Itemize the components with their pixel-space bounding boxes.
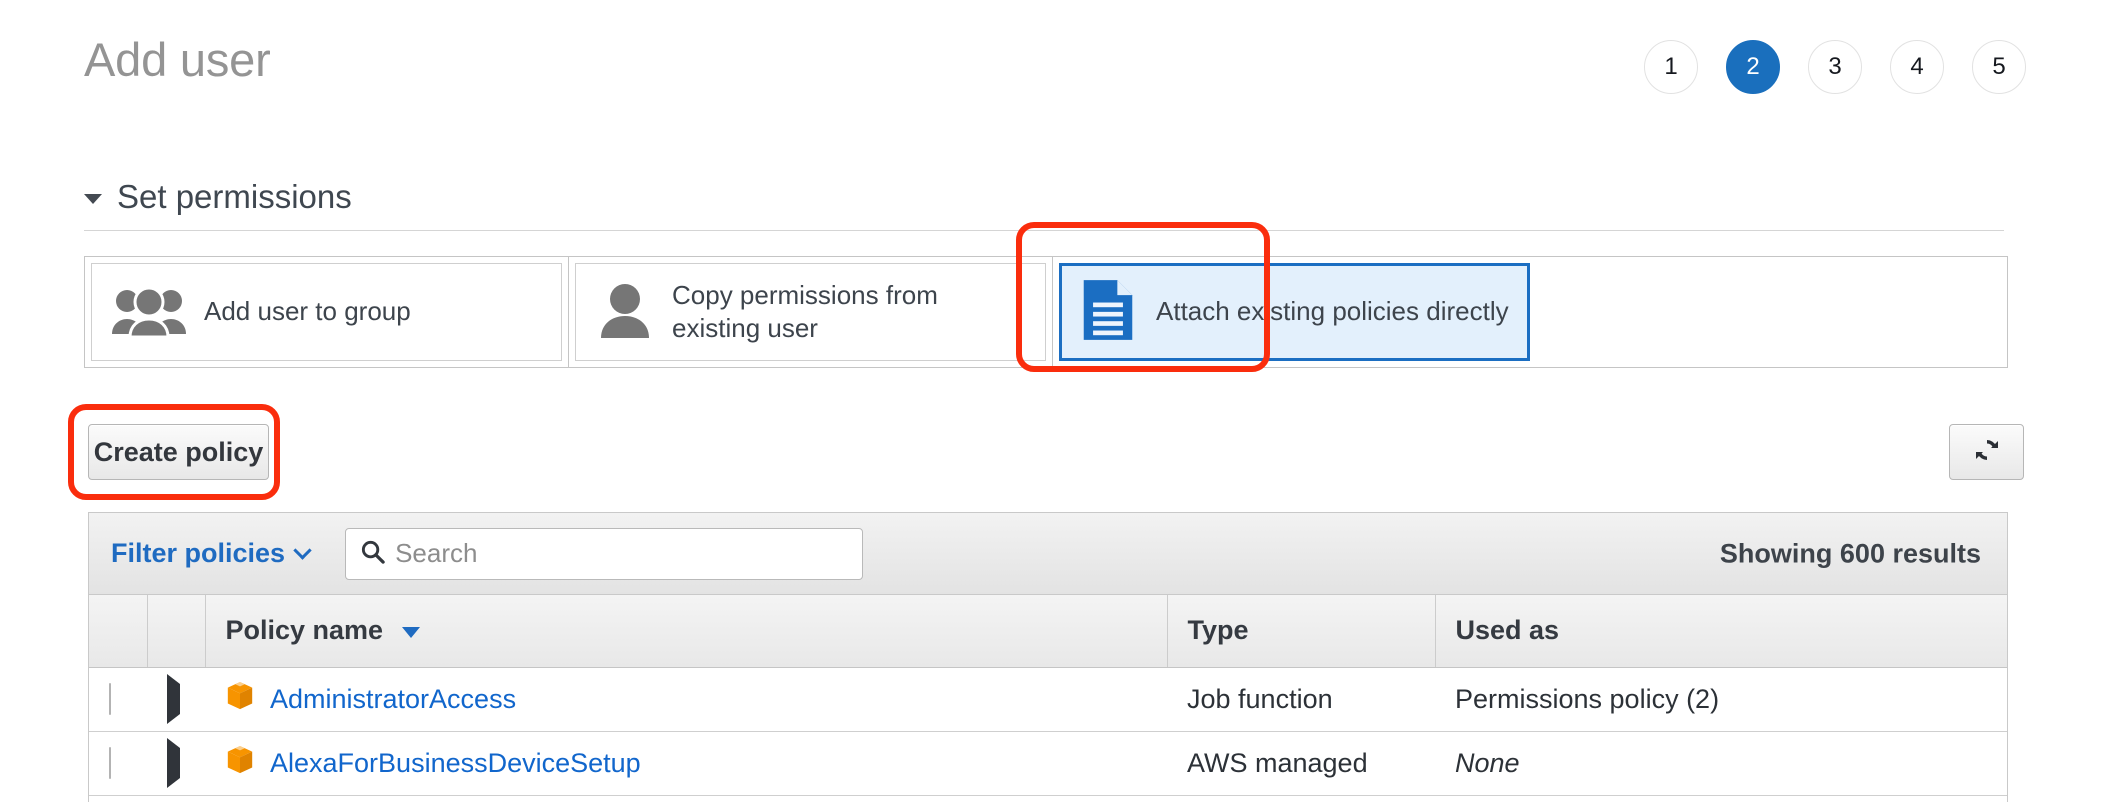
option-label: Add user to group: [204, 296, 411, 327]
policies-table: Policy name Type Used as AdministratorAc…: [89, 595, 2007, 796]
section-divider: [84, 230, 2004, 231]
row-expand-cell[interactable]: [147, 667, 205, 732]
column-header-policy-name[interactable]: Policy name: [205, 595, 1168, 668]
policies-filter-bar: Filter policies Showing 600 results: [89, 513, 2007, 595]
user-group-icon: [110, 282, 188, 343]
option-label: Copy permissions from existing user: [672, 279, 938, 343]
triangle-right-icon[interactable]: [167, 673, 180, 724]
permission-options-row: Add user to group Copy permissions from …: [84, 256, 2008, 368]
set-permissions-header[interactable]: Set permissions: [84, 178, 352, 216]
search-input[interactable]: [395, 538, 849, 569]
row-used-as-cell: None: [1435, 731, 2007, 796]
option-copy-permissions-from-existing-user[interactable]: Copy permissions from existing user: [575, 263, 1046, 361]
row-checkbox-cell[interactable]: [89, 667, 147, 732]
user-icon: [594, 281, 656, 344]
column-header-expand: [147, 595, 206, 668]
section-title: Set permissions: [117, 178, 352, 215]
row-used-as-cell: Permissions policy (2): [1435, 667, 2007, 732]
table-header-row: Policy name Type Used as: [89, 595, 2007, 668]
column-header-used-as[interactable]: Used as: [1435, 595, 2007, 668]
page-title: Add user: [84, 33, 271, 86]
option-slot-attach-policies: Attach existing policies directly: [1052, 256, 1536, 368]
filter-policies-label: Filter policies: [111, 538, 286, 568]
row-type-cell: AWS managed: [1167, 731, 1435, 796]
option-slot-copy-permissions: Copy permissions from existing user: [568, 256, 1052, 368]
filter-policies-dropdown[interactable]: Filter policies: [111, 538, 312, 569]
caret-down-icon: [84, 194, 102, 204]
refresh-icon: [1972, 435, 2002, 470]
search-icon: [360, 539, 385, 569]
search-box[interactable]: [345, 527, 864, 580]
row-checkbox-cell[interactable]: [89, 731, 147, 796]
wizard-step-1[interactable]: 1: [1644, 40, 1698, 94]
add-user-wizard-page: Add user 1 2 3 4 5 Set permissions Add u…: [0, 0, 2108, 802]
results-count: Showing 600 results: [1719, 538, 1981, 568]
policy-name-link[interactable]: AdministratorAccess: [270, 684, 516, 715]
row-checkbox[interactable]: [109, 682, 111, 715]
table-row[interactable]: AdministratorAccess Job function Permiss…: [89, 667, 2007, 732]
sort-descending-icon: [401, 626, 420, 638]
chevron-down-icon: [293, 540, 312, 560]
row-checkbox[interactable]: [109, 746, 111, 779]
column-header-policy-name-label: Policy name: [225, 615, 384, 646]
option-label: Attach existing policies directly: [1156, 296, 1509, 327]
wizard-step-5[interactable]: 5: [1972, 40, 2026, 94]
table-row[interactable]: AlexaForBusinessDeviceSetup AWS managed …: [89, 731, 2007, 796]
option-attach-existing-policies-directly[interactable]: Attach existing policies directly: [1059, 263, 1530, 361]
option-row-filler: [1536, 256, 2008, 368]
policy-cube-icon: [225, 680, 255, 719]
row-policy-name-cell: AlexaForBusinessDeviceSetup: [205, 731, 1167, 796]
column-header-select-all[interactable]: [89, 595, 148, 668]
row-expand-cell[interactable]: [147, 731, 205, 796]
option-add-user-to-group[interactable]: Add user to group: [91, 263, 562, 361]
wizard-step-2[interactable]: 2: [1726, 40, 1780, 94]
wizard-step-3[interactable]: 3: [1808, 40, 1862, 94]
create-policy-button[interactable]: Create policy: [88, 424, 269, 480]
row-policy-name-cell: AdministratorAccess: [205, 667, 1167, 732]
document-icon: [1080, 278, 1140, 347]
option-slot-add-user-to-group: Add user to group: [84, 256, 568, 368]
wizard-step-4[interactable]: 4: [1890, 40, 1944, 94]
triangle-right-icon[interactable]: [167, 737, 180, 788]
wizard-step-indicator: 1 2 3 4 5: [1644, 40, 2026, 94]
policies-panel: Filter policies Showing 600 results: [88, 512, 2008, 802]
policy-cube-icon: [225, 744, 255, 783]
policy-name-link[interactable]: AlexaForBusinessDeviceSetup: [270, 748, 641, 779]
row-type-cell: Job function: [1167, 667, 1435, 732]
column-header-type[interactable]: Type: [1167, 595, 1436, 668]
refresh-button[interactable]: [1949, 424, 2024, 480]
